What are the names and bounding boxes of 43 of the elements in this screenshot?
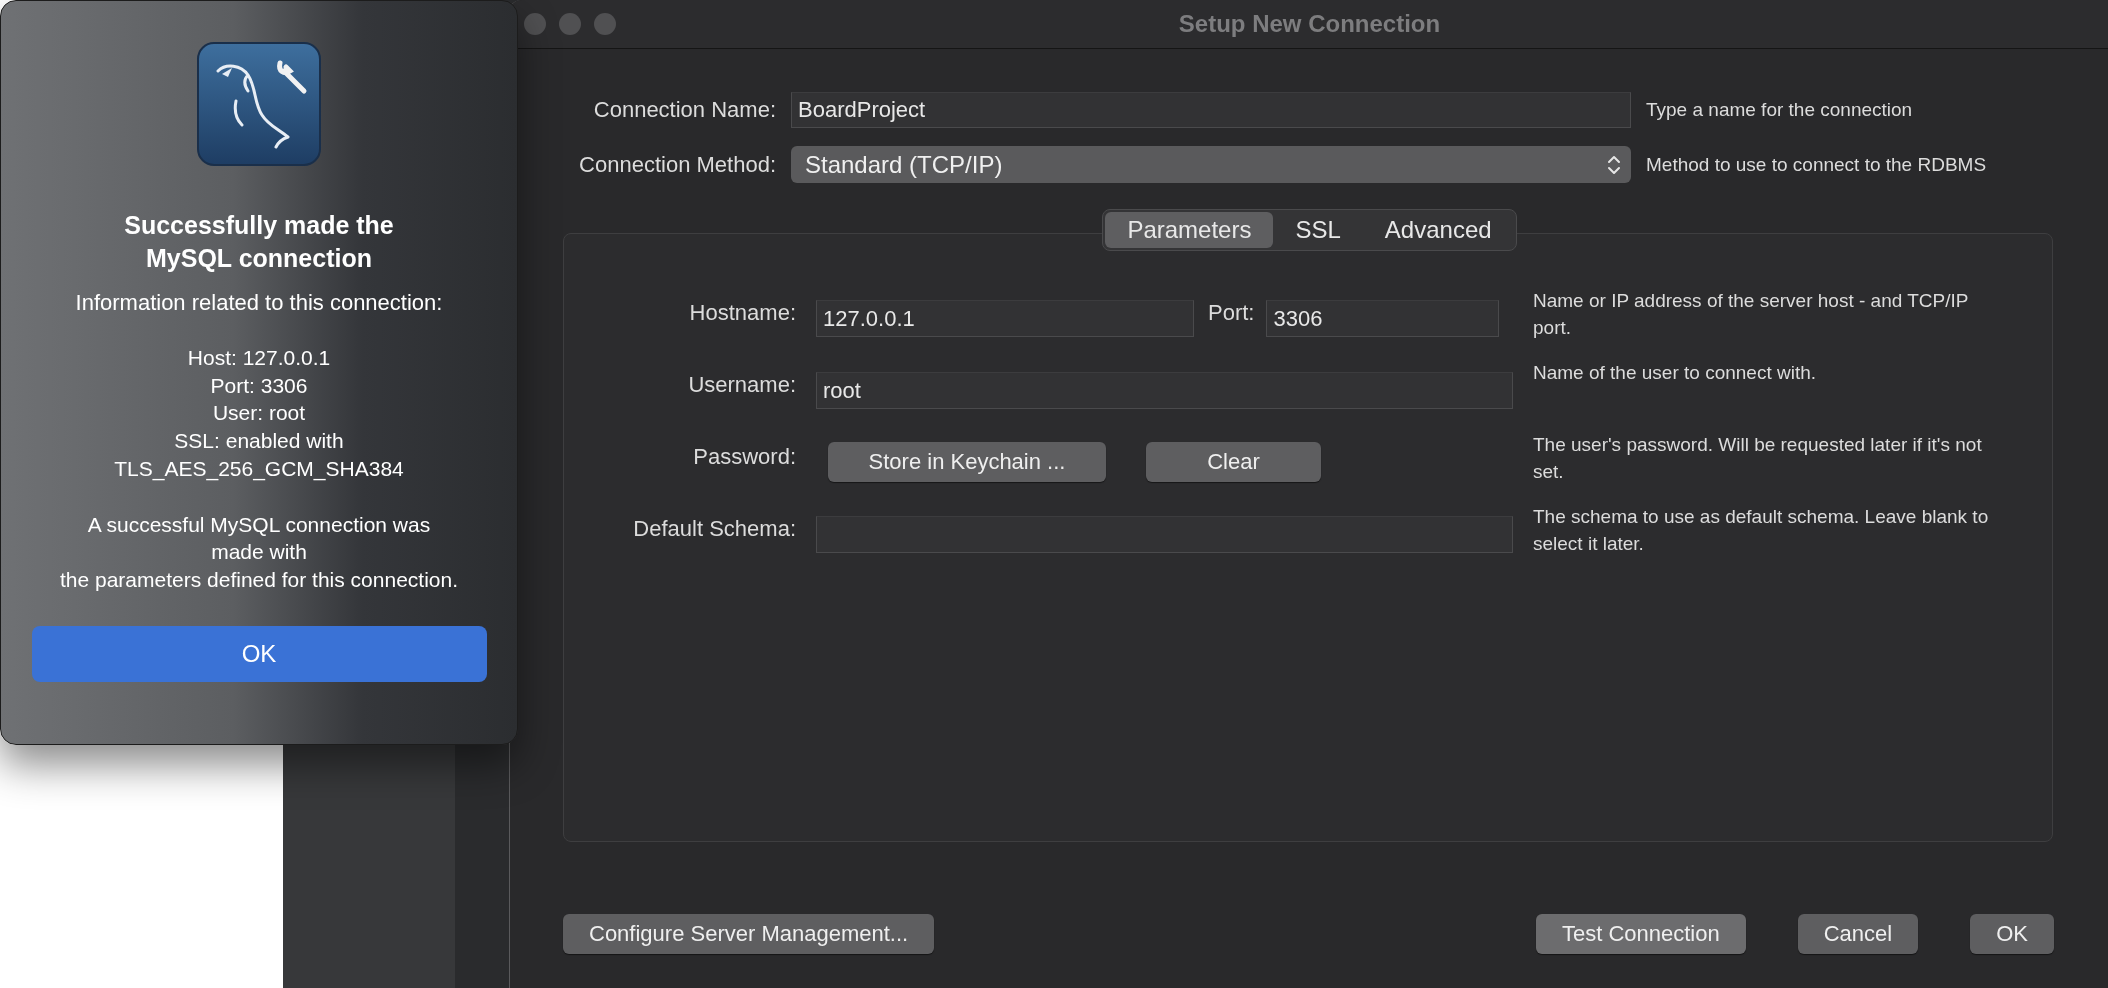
- message-text: the parameters defined for this connection.: [59, 567, 459, 594]
- detail-text: User: root: [211, 400, 307, 427]
- tab[interactable]: SSL: [1273, 212, 1363, 248]
- connection-name-field[interactable]: BoardProject: [791, 92, 1631, 128]
- help-text: Method to use to connect to the RDBMS: [1646, 153, 1988, 176]
- message-text: A successful MySQL connection was made with: [86, 511, 432, 566]
- help-text: Type a name for the connection: [1646, 99, 1914, 121]
- ok-button[interactable]: OK: [31, 625, 487, 682]
- close-button[interactable]: [524, 13, 546, 35]
- field-label: Connection Name:: [592, 97, 776, 123]
- username-field[interactable]: root: [816, 372, 1513, 409]
- field-label: Default Schema:: [632, 515, 796, 542]
- button[interactable]: Test Connection: [1535, 914, 1746, 954]
- default-schema-field[interactable]: [816, 516, 1513, 553]
- help-text: The user's password. Will be requested later if it's not set.: [1533, 433, 1983, 484]
- minimize-button[interactable]: [559, 13, 581, 35]
- button[interactable]: Clear: [1146, 442, 1321, 482]
- field-label: Connection Method:: [578, 151, 776, 178]
- configure-button[interactable]: Configure Server Management...: [563, 914, 935, 954]
- port-field[interactable]: 3306: [1266, 300, 1500, 337]
- detail-text: Host: 127.0.0.1: [186, 345, 332, 371]
- detail-text: SSL: enabled with TLS_AES_256_GCM_SHA384: [113, 428, 405, 483]
- button[interactable]: Cancel: [1797, 914, 1919, 954]
- tab[interactable]: Advanced: [1362, 212, 1514, 248]
- field-label: Username:: [687, 371, 796, 398]
- field-label: Hostname:: [688, 299, 796, 326]
- detail-text: Port: 3306: [209, 372, 309, 399]
- field-label: Password:: [692, 443, 796, 470]
- button[interactable]: Store in Keychain ...: [828, 442, 1106, 482]
- field-label: Port:: [1208, 300, 1255, 326]
- window-title: Setup New Connection: [1178, 10, 1441, 38]
- button[interactable]: OK: [1970, 914, 2054, 954]
- help-text: The schema to use as default schema. Leave blank to select it later.: [1533, 505, 1990, 556]
- zoom-button[interactable]: [594, 13, 616, 35]
- hostname-field[interactable]: 127.0.0.1: [816, 300, 1194, 337]
- dolphin-app-icon: [196, 41, 322, 167]
- tab[interactable]: Parameters: [1105, 212, 1274, 248]
- help-text: Name of the user to connect with.: [1533, 361, 1818, 385]
- alert-title: Successfully made the MySQL connection: [123, 210, 395, 274]
- alert-text: Information related to this connection:: [75, 290, 443, 316]
- help-text: Name or IP address of the server host - and TCP/IP port.: [1533, 289, 1970, 340]
- connection-method-select[interactable]: Standard (TCP/IP): [791, 146, 1631, 183]
- chevron-updown-icon: [1607, 153, 1621, 176]
